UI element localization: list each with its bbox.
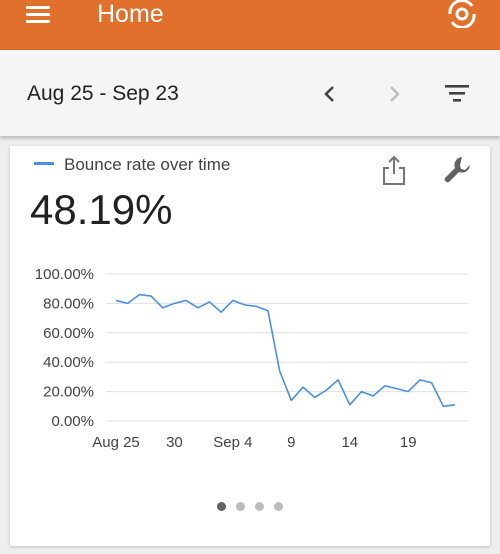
y-tick-label: 100.00%	[35, 266, 94, 283]
x-tick-label: Aug 25	[92, 434, 140, 451]
page-indicator	[10, 502, 490, 512]
filter-icon[interactable]	[444, 83, 470, 103]
legend-label: Bounce rate over time	[64, 155, 231, 174]
line-chart: 0.00% 20.00% 40.00% 60.00% 80.00% 100.00% Aug …	[35, 266, 468, 451]
app-bar: Home	[0, 0, 500, 50]
page-dot[interactable]	[274, 502, 283, 511]
x-tick-label: 30	[166, 434, 183, 451]
date-range-label[interactable]: Aug 25 - Sep 23	[27, 82, 179, 106]
x-tick-label: Sep 4	[213, 434, 252, 451]
y-tick-label: 40.00%	[43, 354, 94, 371]
legend-swatch	[34, 162, 54, 165]
page-title: Home	[97, 0, 164, 28]
analytics-logo-icon[interactable]	[446, 0, 478, 28]
metric-value: 48.19%	[30, 186, 173, 233]
share-icon[interactable]	[380, 152, 408, 188]
y-tick-label: 20.00%	[43, 384, 94, 401]
y-tick-label: 0.00%	[51, 413, 94, 430]
series-line-bounce-rate	[115, 293, 456, 408]
wrench-icon[interactable]	[442, 154, 474, 186]
hamburger-menu-icon[interactable]	[26, 6, 50, 24]
bounce-rate-card[interactable]: Bounce rate over time 48.19% 0.00% 20.00%…	[10, 146, 490, 546]
chevron-right-icon[interactable]	[380, 80, 408, 108]
page-dot[interactable]	[217, 502, 226, 511]
y-tick-label: 60.00%	[43, 325, 94, 342]
date-range-bar: Aug 25 - Sep 23	[0, 50, 500, 136]
x-tick-label: 9	[287, 434, 295, 451]
chevron-left-icon[interactable]	[316, 80, 344, 108]
page-dot[interactable]	[255, 502, 264, 511]
page-dot[interactable]	[236, 502, 245, 511]
y-tick-label: 80.00%	[43, 295, 94, 312]
x-tick-label: 19	[400, 434, 417, 451]
x-tick-label: 14	[341, 434, 358, 451]
